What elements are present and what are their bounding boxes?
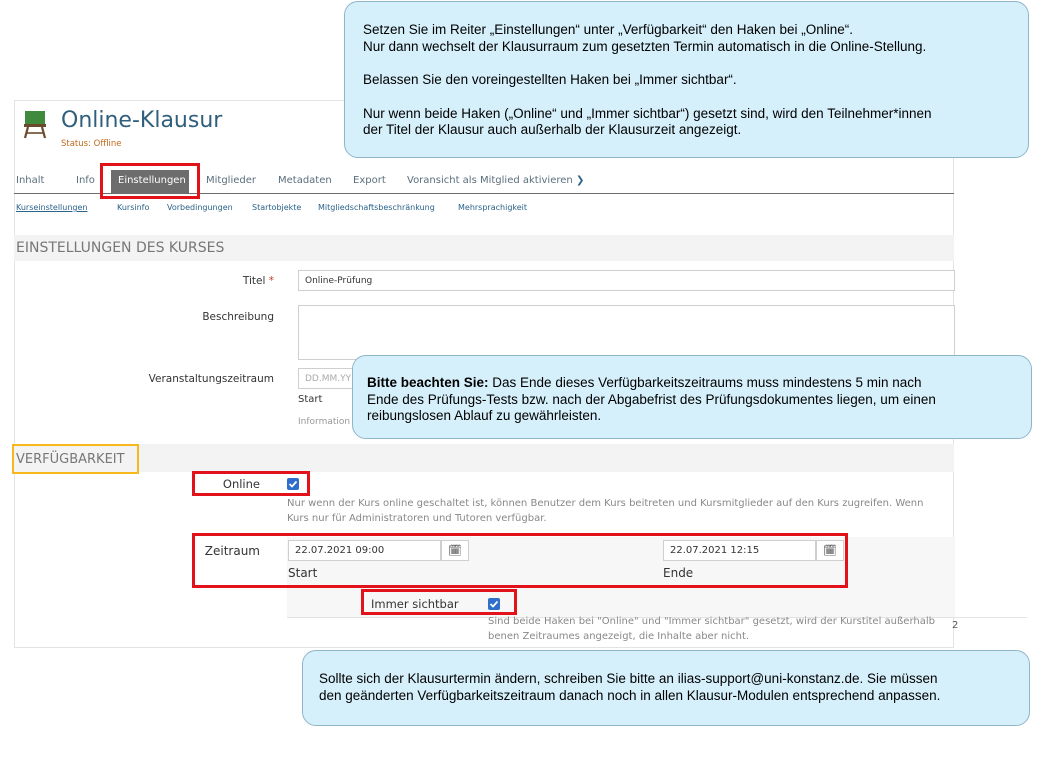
subtab-mitgliedschaftsbeschraenkung[interactable]: Mitgliedschaftsbeschränkung — [318, 203, 435, 212]
callout-top-line2: Nur dann wechselt der Klausurraum zum ge… — [363, 38, 927, 54]
tab-metadaten[interactable]: Metadaten — [278, 175, 332, 186]
highlight-period — [192, 533, 848, 588]
tab-inhalt[interactable]: Inhalt — [16, 175, 44, 186]
highlight-availability-heading — [12, 444, 139, 474]
page-title: Online-Klausur — [61, 108, 223, 133]
tab-mitglieder[interactable]: Mitglieder — [206, 175, 256, 186]
subtab-kurseinstellungen[interactable]: Kurseinstellungen — [16, 203, 87, 212]
subtab-startobjekte[interactable]: Startobjekte — [252, 203, 301, 212]
always-visible-info-line1: Sind beide Haken bei "Online" und "Immer… — [488, 616, 935, 627]
description-label: Beschreibung — [202, 311, 274, 323]
callout-middle-line3: reibungslosen Ablauf zu gewährleisten. — [367, 408, 602, 423]
event-period-start-label: Start — [298, 394, 323, 405]
title-label: Titel * — [242, 275, 274, 287]
settings-heading: EINSTELLUNGEN DES KURSES — [16, 240, 225, 256]
callout-top-line5: der Titel der Klausur auch außerhalb der… — [363, 122, 742, 137]
tab-export[interactable]: Export — [353, 175, 386, 186]
course-icon — [23, 111, 47, 139]
callout-middle-line1: Das Ende dieses Verfügbarkeitszeitraums … — [488, 375, 922, 390]
title-input[interactable]: Online-Prüfung — [298, 270, 955, 291]
subtab-vorbedingungen[interactable]: Vorbedingungen — [167, 203, 233, 212]
status-text: Status: Offline — [61, 139, 122, 149]
chevron-right-icon: ❯ — [575, 175, 585, 186]
event-period-label: Veranstaltungszeitraum — [148, 373, 274, 385]
subtab-mehrsprachigkeit[interactable]: Mehrsprachigkeit — [458, 203, 527, 212]
callout-bottom-line2: den geänderten Verfügbarkeitszeitraum da… — [319, 687, 941, 703]
highlight-always-visible — [361, 589, 517, 615]
cut-text: 2 — [952, 620, 959, 631]
callout-top-line4: Nur wenn beide Haken („Online“ und „Imme… — [363, 105, 932, 121]
always-visible-info-line2: benen Zeitraumes angezeigt, die Inhalte … — [488, 631, 750, 642]
description-textarea[interactable] — [298, 305, 955, 360]
event-period-start-input[interactable]: DD.MM.YY — [298, 368, 358, 389]
highlight-einstellungen-tab — [100, 163, 200, 199]
online-info-line2: Kurs nur für Administratoren und Tutoren… — [287, 513, 547, 524]
event-period-info: Information — [298, 417, 351, 427]
subtab-kursinfo[interactable]: Kursinfo — [117, 203, 149, 212]
tab-voransicht[interactable]: Voransicht als Mitglied aktivieren ❯ — [407, 175, 584, 186]
event-period-placeholder: DD.MM.YY — [305, 374, 352, 384]
callout-top: Setzen Sie im Reiter „Einstellungen“ unt… — [344, 1, 1029, 158]
callout-middle-line2: Ende des Prüfungs-Tests bzw. nach der Ab… — [367, 391, 936, 407]
callout-middle: Bitte beachten Sie: Das Ende dieses Verf… — [352, 355, 1032, 439]
callout-middle-bold: Bitte beachten Sie: — [367, 375, 489, 390]
highlight-online — [192, 471, 310, 496]
availability-heading-bar — [14, 444, 954, 472]
callout-bottom: Sollte sich der Klausurtermin ändern, sc… — [302, 650, 1030, 726]
required-mark: * — [268, 275, 274, 287]
callout-top-line3: Belassen Sie den voreingestellten Haken … — [363, 72, 737, 87]
online-info-line1: Nur wenn der Kurs online geschaltet ist,… — [287, 498, 924, 509]
tab-info[interactable]: Info — [76, 175, 95, 186]
callout-bottom-line1: Sollte sich der Klausurtermin ändern, sc… — [319, 671, 938, 686]
tab-voransicht-label: Voransicht als Mitglied aktivieren — [407, 175, 573, 186]
callout-top-line1: Setzen Sie im Reiter „Einstellungen“ unt… — [363, 22, 853, 37]
